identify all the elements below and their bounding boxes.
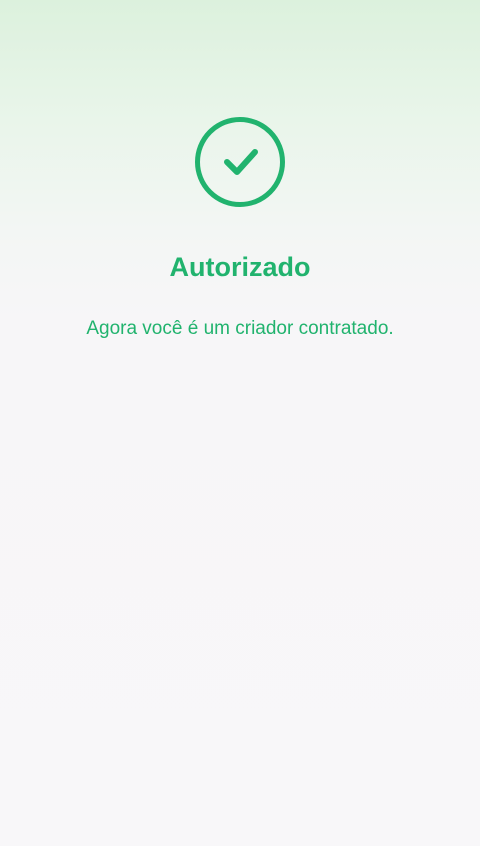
check-circle-ring bbox=[195, 117, 285, 207]
status-message: Agora você é um criador contratado. bbox=[86, 318, 394, 339]
check-mark bbox=[224, 149, 258, 175]
status-title: Autorizado bbox=[169, 252, 311, 282]
check-circle-icon bbox=[194, 116, 286, 208]
authorization-success-screen: Autorizado Agora você é um criador contr… bbox=[0, 0, 480, 846]
